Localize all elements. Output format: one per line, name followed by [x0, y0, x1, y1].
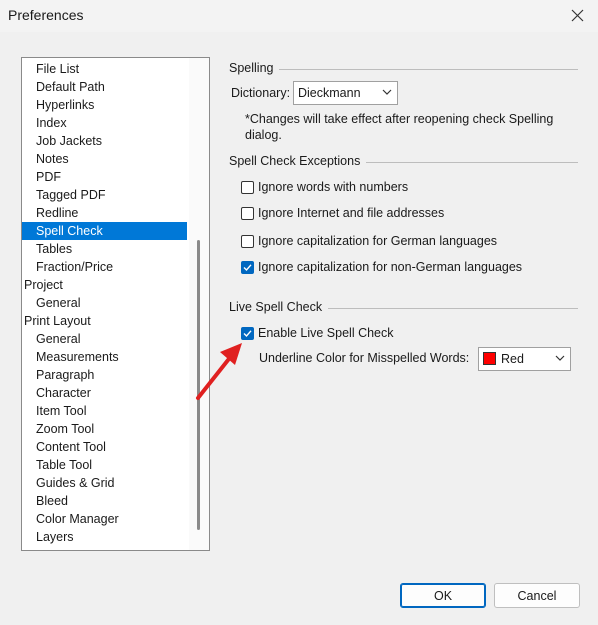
tree-item[interactable]: Fraction/Price: [22, 258, 187, 276]
category-list: File List Default Path Hyperlinks Index Job …: [22, 60, 187, 546]
exceptions-group-title: Spell Check Exceptions: [229, 154, 367, 168]
tree-item[interactable]: PDF: [22, 168, 187, 186]
tree-item[interactable]: Guides & Grid: [22, 474, 187, 492]
dictionary-note: *Changes will take effect after reopenin…: [245, 112, 554, 142]
tree-item[interactable]: Tables: [22, 240, 187, 258]
exception-option-label: Ignore capitalization for German languag…: [258, 234, 498, 248]
chevron-down-icon: [382, 89, 392, 95]
tree-item[interactable]: General: [22, 294, 187, 312]
spelling-group-line: [229, 69, 578, 70]
checkmark-icon: [243, 263, 252, 271]
exception-option[interactable]: Ignore capitalization for German languag…: [241, 232, 497, 250]
tree-scrollbar[interactable]: [189, 58, 209, 550]
annotation-arrow-icon: [196, 343, 242, 400]
tree-item[interactable]: File List: [22, 60, 187, 78]
tree-item[interactable]: Zoom Tool: [22, 420, 187, 438]
enable-live-spell-check-checkbox[interactable]: Enable Live Spell Check: [241, 324, 394, 342]
close-icon: [571, 9, 583, 21]
tree-item[interactable]: Measurements: [22, 348, 187, 366]
ok-button[interactable]: OK: [400, 583, 486, 608]
tree-item[interactable]: Job Jackets: [22, 132, 187, 150]
enable-live-spell-check-label: Enable Live Spell Check: [258, 326, 394, 340]
checkbox-box[interactable]: [241, 234, 254, 248]
tree-item[interactable]: Redline: [22, 204, 187, 222]
exception-option-label: Ignore capitalization for non-German lan…: [258, 260, 523, 274]
tree-item[interactable]: Hyperlinks: [22, 96, 187, 114]
tree-item[interactable]: Default Path: [22, 78, 187, 96]
tree-item[interactable]: Color Manager: [22, 510, 187, 528]
spelling-group-title: Spelling: [229, 61, 280, 75]
category-tree[interactable]: File List Default Path Hyperlinks Index Job …: [21, 57, 210, 551]
tree-item[interactable]: Tagged PDF: [22, 186, 187, 204]
tree-item[interactable]: Character: [22, 384, 187, 402]
tree-item[interactable]: Item Tool: [22, 402, 187, 420]
live-group-title: Live Spell Check: [229, 300, 329, 314]
tree-item[interactable]: Notes: [22, 150, 187, 168]
underline-color-select[interactable]: Red: [478, 347, 571, 371]
dictionary-label: Dictionary:: [231, 86, 291, 100]
color-swatch: [483, 352, 496, 365]
close-button[interactable]: [562, 2, 592, 28]
chevron-down-icon: [555, 355, 565, 361]
checkbox-box[interactable]: [241, 206, 254, 220]
underline-color-label: Underline Color for Misspelled Words:: [259, 351, 470, 365]
dictionary-value: Dieckmann: [298, 86, 361, 100]
exception-option-label: Ignore words with numbers: [258, 180, 409, 194]
dictionary-select[interactable]: Dieckmann: [293, 81, 398, 105]
exception-option[interactable]: Ignore capitalization for non-German lan…: [241, 258, 522, 276]
tree-item[interactable]: Table Tool: [22, 456, 187, 474]
tree-item[interactable]: Bleed: [22, 492, 187, 510]
tree-item[interactable]: Layers: [22, 528, 187, 546]
underline-color-value: Red: [501, 352, 524, 366]
exception-option[interactable]: Ignore Internet and file addresses: [241, 204, 444, 222]
tree-item[interactable]: Content Tool: [22, 438, 187, 456]
tree-item[interactable]: General: [22, 330, 187, 348]
checkbox-box[interactable]: [241, 260, 254, 274]
tree-item[interactable]: Paragraph: [22, 366, 187, 384]
tree-item[interactable]: Index: [22, 114, 187, 132]
exception-option[interactable]: Ignore words with numbers: [241, 178, 408, 196]
tree-item[interactable]: Project: [22, 276, 187, 294]
cancel-button[interactable]: Cancel: [494, 583, 580, 608]
window-title: Preferences: [8, 7, 84, 23]
tree-item[interactable]: Print Layout: [22, 312, 187, 330]
title-bar: Preferences: [0, 0, 598, 32]
checkbox-box[interactable]: [241, 180, 254, 194]
exception-option-label: Ignore Internet and file addresses: [258, 206, 445, 220]
tree-item[interactable]: Spell Check: [22, 222, 187, 240]
